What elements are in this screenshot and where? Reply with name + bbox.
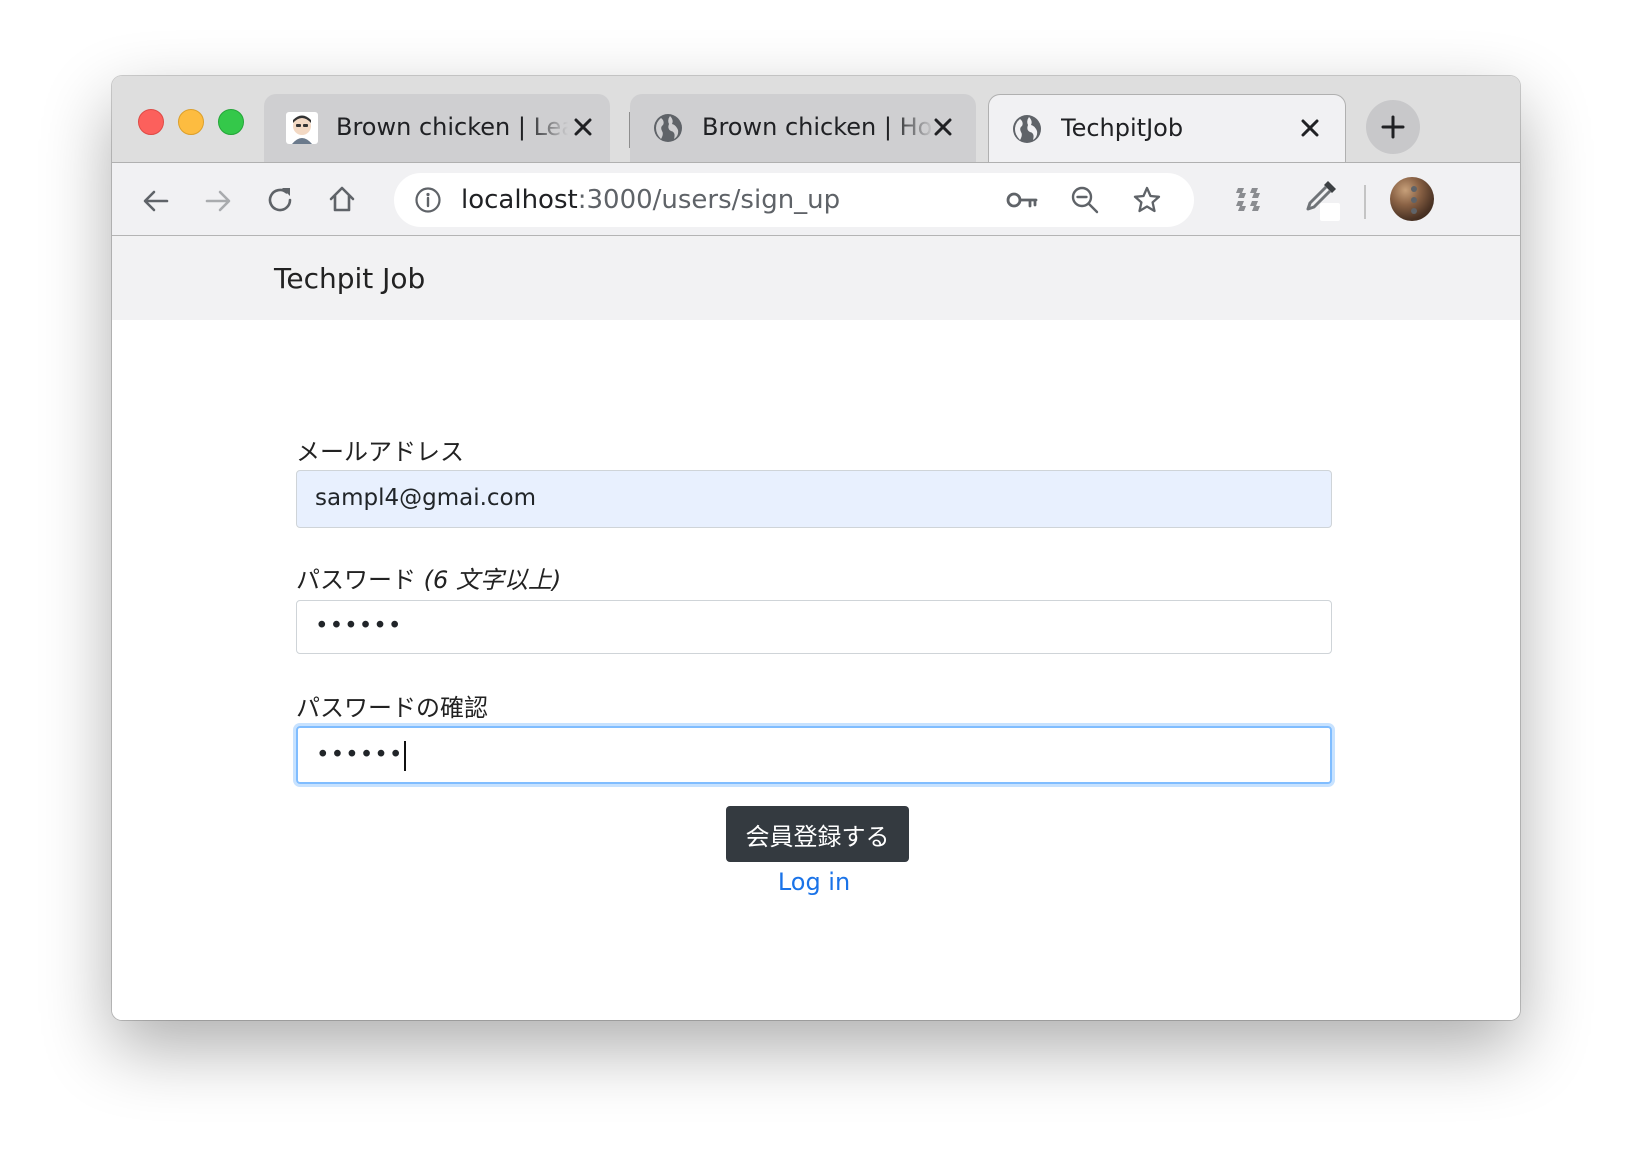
- back-arrow-icon[interactable]: [140, 185, 172, 217]
- minimize-window-button[interactable]: [178, 109, 204, 135]
- signup-submit-button[interactable]: 会員登録する: [726, 806, 909, 862]
- browser-toolbar: localhost:3000/users/sign_up: [112, 162, 1520, 236]
- url-text[interactable]: localhost:3000/users/sign_up: [461, 185, 840, 215]
- password-label-text: パスワード: [296, 566, 416, 594]
- zoom-out-icon[interactable]: [1070, 185, 1100, 215]
- email-label: メールアドレス: [296, 438, 464, 466]
- password-confirm-label: パスワードの確認: [296, 694, 488, 722]
- extension-icon[interactable]: [1236, 185, 1268, 213]
- url-path: :3000/users/sign_up: [577, 185, 841, 215]
- email-value: sampl4@gmai.com: [315, 485, 537, 511]
- login-link[interactable]: Log in: [296, 868, 1332, 896]
- tab-techpitjob[interactable]: TechpitJob: [988, 94, 1346, 162]
- new-tab-button[interactable]: [1366, 100, 1420, 154]
- site-navbar: Techpit Job: [112, 236, 1520, 320]
- text-caret: [404, 740, 407, 771]
- password-confirm-value: ••••••: [316, 742, 404, 768]
- close-tab-icon[interactable]: [932, 116, 954, 138]
- close-window-button[interactable]: [138, 109, 164, 135]
- brand-link[interactable]: Techpit Job: [274, 262, 425, 295]
- address-bar[interactable]: localhost:3000/users/sign_up: [394, 173, 1194, 227]
- password-hint: (6 文字以上): [423, 566, 562, 594]
- tab-title: Brown chicken | Learn: [336, 113, 568, 141]
- page-content: Techpit Job メールアドレス sampl4@gmai.com パスワー…: [112, 236, 1520, 1020]
- password-field[interactable]: ••••••: [296, 600, 1332, 654]
- info-icon[interactable]: [414, 186, 442, 214]
- globe-icon: [652, 112, 684, 144]
- password-confirm-field[interactable]: ••••••: [296, 726, 1332, 784]
- browser-window: Brown chicken | Learn Brown chicken | Ho…: [112, 76, 1520, 1020]
- tab-title: Brown chicken | Home: [702, 113, 934, 141]
- home-icon[interactable]: [326, 183, 358, 215]
- tab-title: TechpitJob: [1061, 114, 1184, 142]
- close-tab-icon[interactable]: [1299, 117, 1321, 139]
- url-host: localhost: [461, 185, 578, 215]
- plus-icon: [1381, 115, 1405, 139]
- toolbar-divider: [1364, 185, 1366, 219]
- tab-brown-chicken-learn[interactable]: Brown chicken | Learn: [264, 94, 610, 162]
- more-menu-icon[interactable]: [1410, 183, 1418, 217]
- eyedropper-icon[interactable]: [1302, 177, 1342, 221]
- email-field[interactable]: sampl4@gmai.com: [296, 470, 1332, 528]
- tab-strip: Brown chicken | Learn Brown chicken | Ho…: [112, 76, 1520, 162]
- avatar-favicon-icon: [286, 112, 318, 144]
- globe-icon: [1011, 113, 1043, 145]
- password-value: ••••••: [315, 613, 403, 639]
- password-label: パスワード (6 文字以上): [296, 560, 561, 595]
- forward-arrow-icon[interactable]: [202, 185, 234, 217]
- close-tab-icon[interactable]: [572, 116, 594, 138]
- reload-icon[interactable]: [264, 184, 296, 216]
- tab-brown-chicken-home[interactable]: Brown chicken | Home: [630, 94, 976, 162]
- maximize-window-button[interactable]: [218, 109, 244, 135]
- key-icon[interactable]: [1006, 188, 1038, 212]
- star-icon[interactable]: [1132, 185, 1162, 215]
